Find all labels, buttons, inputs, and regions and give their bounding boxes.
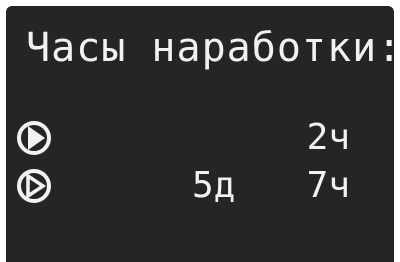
runtime-hours: 7ч — [306, 165, 350, 206]
play-outline-circle-icon — [17, 169, 51, 203]
runtime-row-1: 2ч — [6, 118, 394, 158]
play-circle-icon — [17, 121, 51, 155]
display-screen: Часы наработки: 2ч 5д 7ч — [6, 6, 394, 262]
screen-title: Часы наработки: — [26, 25, 394, 71]
runtime-hours: 2ч — [306, 117, 350, 158]
runtime-days: 5д — [192, 165, 236, 206]
runtime-row-2: 5д 7ч — [6, 166, 394, 206]
